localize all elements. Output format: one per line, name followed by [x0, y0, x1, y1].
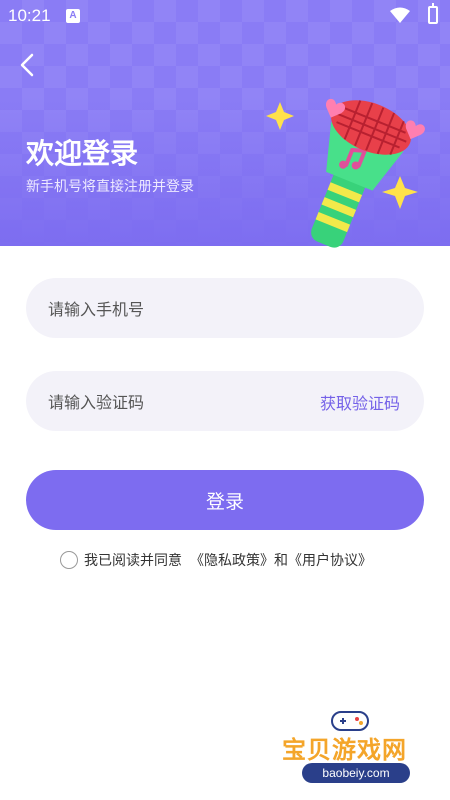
agree-checkbox[interactable] [60, 551, 78, 569]
page-subtitle: 新手机号将直接注册并登录 [26, 179, 194, 195]
agreement-prefix: 我已阅读并同意 [84, 553, 182, 569]
agreement-joiner: 和 [274, 553, 288, 569]
login-button[interactable]: 登录 [26, 470, 424, 530]
phone-field[interactable] [26, 278, 424, 340]
status-time: 10:21 [8, 6, 51, 25]
microphone-illustration [266, 98, 425, 248]
wifi-icon [390, 7, 410, 23]
get-code-button[interactable]: 获取验证码 [320, 390, 400, 414]
verification-code-input[interactable] [46, 371, 310, 433]
page-title: 欢迎登录 [26, 137, 139, 170]
watermark-url: baobeiy.com [302, 763, 410, 783]
code-field[interactable]: 获取验证码 [26, 371, 424, 433]
notification-icon: A [66, 9, 80, 23]
status-bar: 10:21 A [0, 0, 450, 32]
phone-input[interactable] [46, 278, 310, 340]
watermark: 宝贝游戏网 baobeiy.com [276, 708, 436, 794]
watermark-title: 宝贝游戏网 [282, 736, 407, 764]
back-arrow-icon[interactable] [14, 50, 44, 80]
agreement-row: 我已阅读并同意 《隐私政策》 和 《用户协议》 [60, 549, 372, 571]
battery-icon [428, 3, 438, 24]
privacy-policy-link[interactable]: 《隐私政策》 [190, 550, 274, 570]
user-agreement-link[interactable]: 《用户协议》 [288, 550, 372, 570]
